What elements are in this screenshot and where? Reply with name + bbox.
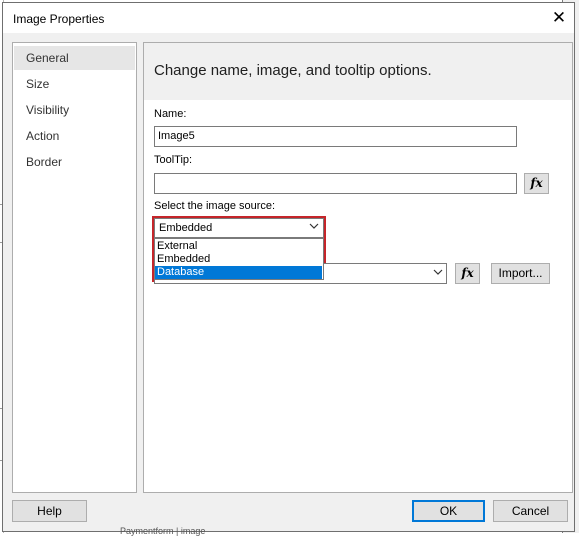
name-value: Image5	[158, 130, 195, 142]
image-properties-dialog: Image Properties ✕ General Size Visibili…	[2, 2, 575, 532]
nav-item-label: Size	[26, 77, 50, 91]
option-label: Database	[157, 266, 205, 278]
image-source-label: Select the image source:	[154, 200, 276, 212]
image-expression-button[interactable]: fx	[455, 263, 480, 284]
title-bar: Image Properties ✕	[3, 3, 574, 33]
ok-button[interactable]: OK	[412, 500, 485, 522]
chevron-down-icon	[431, 268, 445, 279]
fx-icon: fx	[530, 176, 543, 190]
ok-button-label: OK	[439, 504, 458, 518]
option-label: Embedded	[157, 253, 211, 265]
image-source-dropdown: External Embedded Database	[154, 238, 324, 280]
image-source-select[interactable]: Embedded	[154, 218, 324, 238]
option-database[interactable]: Database	[155, 266, 322, 279]
name-field[interactable]: Image5	[154, 126, 517, 147]
nav-item-general[interactable]: General	[14, 46, 135, 70]
image-source-value: Embedded	[159, 222, 213, 234]
option-label: External	[157, 240, 198, 252]
nav-item-action[interactable]: Action	[14, 124, 135, 148]
option-embedded[interactable]: Embedded	[155, 253, 322, 266]
tooltip-field[interactable]	[154, 173, 517, 194]
nav-item-label: Action	[26, 129, 60, 143]
help-button[interactable]: Help	[12, 500, 87, 522]
cancel-button[interactable]: Cancel	[493, 500, 568, 522]
page-heading: Change name, image, and tooltip options.	[154, 62, 432, 79]
tooltip-label: ToolTip:	[154, 154, 193, 166]
close-button[interactable]: ✕	[547, 7, 571, 29]
tooltip-expression-button[interactable]: fx	[524, 173, 549, 194]
close-icon: ✕	[551, 8, 567, 27]
page-navigation: General Size Visibility Action Border	[12, 42, 137, 493]
chevron-down-icon	[307, 222, 321, 233]
fx-icon: fx	[461, 266, 474, 280]
name-label: Name:	[154, 108, 187, 120]
nav-item-label: Visibility	[26, 103, 70, 117]
help-button-label: Help	[37, 504, 62, 518]
nav-item-border[interactable]: Border	[14, 150, 135, 174]
nav-item-label: Border	[26, 155, 63, 169]
option-external[interactable]: External	[155, 240, 322, 253]
nav-item-visibility[interactable]: Visibility	[14, 98, 135, 122]
page-header: Change name, image, and tooltip options.	[144, 43, 572, 100]
nav-item-size[interactable]: Size	[14, 72, 135, 96]
import-button[interactable]: Import...	[491, 263, 550, 284]
background-status-text: Paymentform | image	[120, 526, 206, 536]
dialog-title: Image Properties	[13, 12, 105, 26]
general-page: Change name, image, and tooltip options.…	[143, 42, 573, 493]
import-button-label: Import...	[498, 266, 543, 280]
cancel-button-label: Cancel	[511, 504, 550, 518]
nav-item-label: General	[26, 51, 69, 65]
